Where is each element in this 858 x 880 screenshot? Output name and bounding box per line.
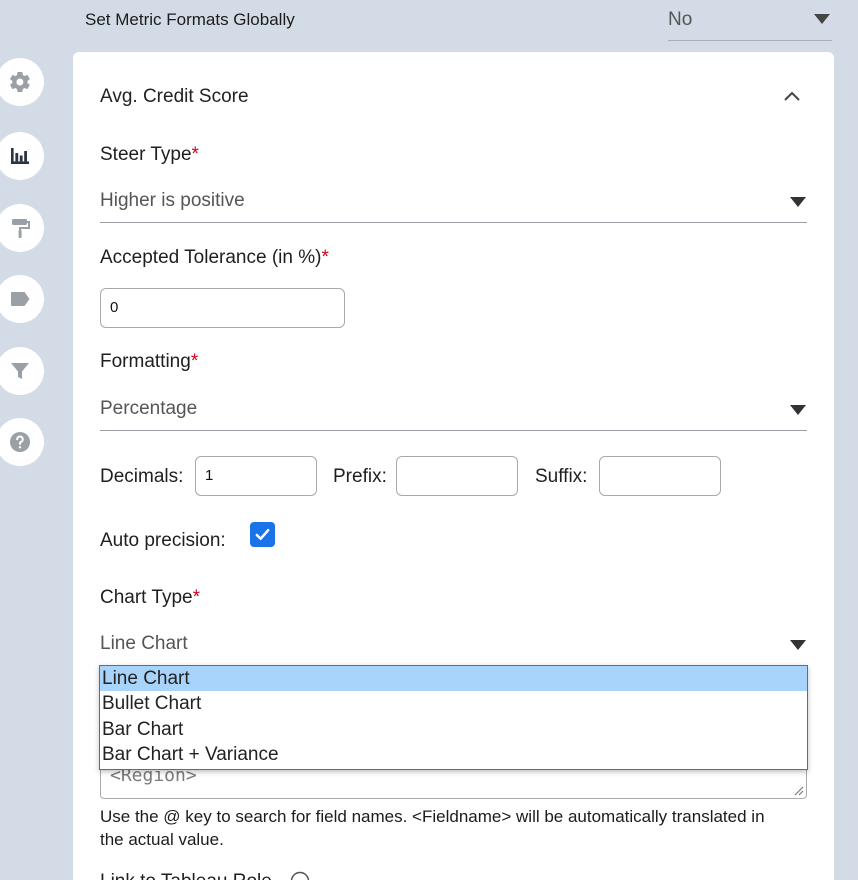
chart-type-option[interactable]: Bullet Chart <box>100 691 807 716</box>
global-format-row: Set Metric Formats Globally No <box>85 0 833 44</box>
filter-icon <box>11 363 29 379</box>
formatting-label: Formatting* <box>100 351 198 373</box>
help-icon <box>10 432 30 452</box>
tolerance-label-text: Accepted Tolerance (in %) <box>100 247 322 268</box>
gear-icon <box>10 71 30 93</box>
steer-type-label-text: Steer Type <box>100 144 192 165</box>
prefix-input[interactable] <box>396 456 518 496</box>
global-format-label: Set Metric Formats Globally <box>85 10 295 29</box>
settings-rail-button[interactable] <box>0 58 44 106</box>
paint-roller-icon <box>12 219 30 238</box>
auto-precision-checkbox[interactable] <box>250 522 275 547</box>
required-marker: * <box>321 247 329 268</box>
steer-type-value: Higher is positive <box>100 190 245 211</box>
decimals-input-value: 1 <box>205 467 214 484</box>
bar-chart-icon <box>11 148 29 164</box>
info-icon[interactable] <box>290 871 310 880</box>
chart-type-option[interactable]: Bar Chart + Variance <box>100 742 807 767</box>
chart-type-value: Line Chart <box>100 633 188 654</box>
required-marker: * <box>190 351 199 372</box>
decimals-label: Decimals: <box>100 466 184 487</box>
chart-type-label: Chart Type* <box>100 587 200 609</box>
field-help-text: Use the @ key to search for field names.… <box>100 807 765 849</box>
suffix-label: Suffix: <box>535 466 588 487</box>
tolerance-label: Accepted Tolerance (in %)* <box>100 247 329 269</box>
tableau-role-label: Link to Tableau Role <box>100 871 272 880</box>
required-marker: * <box>192 587 200 608</box>
chart-type-label-text: Chart Type <box>100 587 193 608</box>
tag-icon <box>11 292 30 306</box>
checkmark-icon <box>255 528 270 541</box>
chart-rail-button[interactable] <box>0 132 44 180</box>
steer-type-select[interactable]: Higher is positive <box>100 185 807 223</box>
tolerance-input-value: 0 <box>110 299 119 316</box>
resize-handle-icon[interactable] <box>792 784 804 796</box>
caret-down-icon <box>790 640 806 650</box>
format-rail-button[interactable] <box>0 204 44 252</box>
caret-down-icon <box>790 197 806 207</box>
collapse-button[interactable] <box>781 87 803 105</box>
label-rail-button[interactable] <box>0 275 44 323</box>
formatting-select[interactable]: Percentage <box>100 393 807 431</box>
prefix-label: Prefix: <box>333 466 387 487</box>
global-format-value: No <box>668 9 693 30</box>
chart-type-option[interactable]: Line Chart <box>100 666 807 692</box>
chart-type-select[interactable]: Line Chart <box>100 628 807 666</box>
filter-rail-button[interactable] <box>0 347 44 395</box>
required-marker: * <box>191 144 199 165</box>
help-rail-button[interactable] <box>0 418 44 466</box>
steer-type-label: Steer Type* <box>100 144 199 166</box>
caret-down-icon <box>814 14 830 24</box>
suffix-input[interactable] <box>599 456 721 496</box>
tolerance-input[interactable]: 0 <box>100 288 345 328</box>
global-format-select[interactable]: No <box>668 0 832 41</box>
decimals-input[interactable]: 1 <box>195 456 317 496</box>
chart-type-option[interactable]: Bar Chart <box>100 717 807 742</box>
metric-title: Avg. Credit Score <box>100 86 249 107</box>
formatting-value: Percentage <box>100 398 198 419</box>
chart-type-dropdown[interactable]: Line Chart Bullet Chart Bar Chart Bar Ch… <box>99 665 808 770</box>
caret-down-icon <box>790 405 806 415</box>
auto-precision-label: Auto precision: <box>100 530 226 551</box>
chevron-up-icon <box>784 91 800 101</box>
formatting-label-text: Formatting <box>100 351 191 372</box>
